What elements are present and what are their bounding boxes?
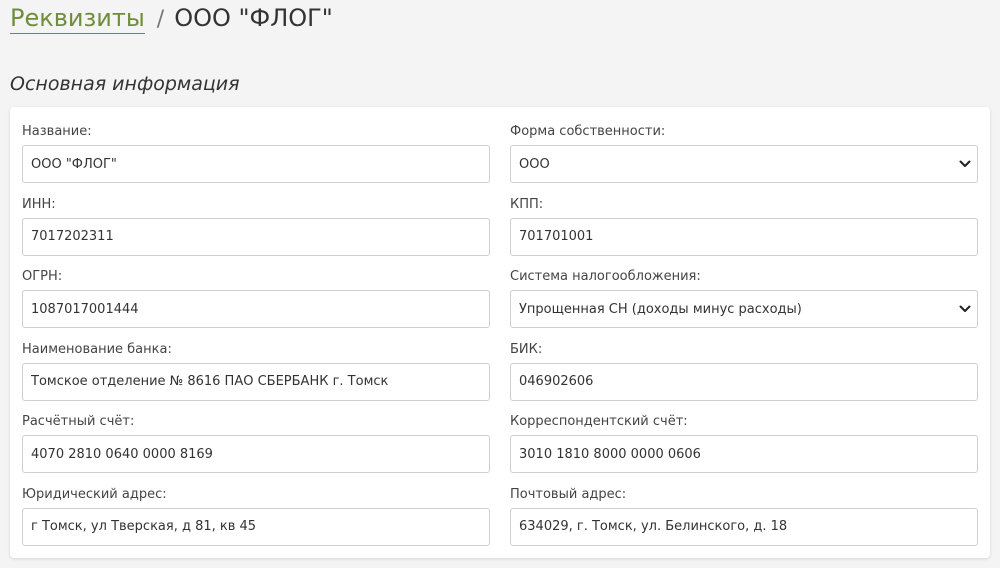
corr-account-input[interactable]	[510, 435, 978, 474]
breadcrumb-link-requisites[interactable]: Реквизиты	[10, 4, 145, 34]
inn-label: ИНН:	[22, 196, 56, 212]
field-legal-address: Юридический адрес:	[22, 487, 490, 560]
name-label: Название:	[22, 124, 92, 139]
ogrn-input[interactable]	[22, 290, 490, 329]
account-input[interactable]	[22, 435, 490, 474]
form-grid: Название: Форма собственности: ООО ИНН: …	[22, 124, 978, 560]
field-bik: БИК:	[510, 342, 978, 415]
field-bank-name: Наименование банка:	[22, 342, 490, 415]
field-ownership: Форма собственности: ООО	[510, 124, 978, 197]
kpp-label: КПП:	[510, 196, 544, 212]
tax-system-label: Система налогообложения:	[510, 269, 701, 285]
field-name: Название:	[22, 124, 490, 197]
breadcrumb: Реквизиты / ООО "ФЛОГ"	[10, 4, 333, 44]
breadcrumb-separator: /	[156, 7, 165, 32]
field-postal-address: Почтовый адрес:	[510, 487, 978, 560]
postal-address-input[interactable]	[510, 507, 978, 546]
field-ogrn: ОГРН:	[22, 269, 490, 342]
legal-address-input[interactable]	[22, 507, 490, 546]
inn-input[interactable]	[22, 217, 490, 256]
bank-name-label: Наименование банка:	[22, 341, 172, 357]
kpp-input[interactable]	[510, 217, 978, 256]
bank-name-input[interactable]	[22, 362, 490, 401]
ownership-select-wrapper: ООО	[510, 145, 978, 183]
field-kpp: КПП:	[510, 197, 978, 270]
ownership-select[interactable]: ООО	[510, 145, 978, 183]
ownership-label: Форма собственности:	[510, 124, 666, 139]
tax-system-select[interactable]: Упрощенная СН (доходы минус расходы)	[510, 290, 978, 329]
main-info-card: Название: Форма собственности: ООО ИНН: …	[10, 107, 990, 558]
legal-address-label: Юридический адрес:	[22, 486, 167, 502]
bik-label: БИК:	[510, 341, 543, 357]
ogrn-label: ОГРН:	[22, 269, 63, 285]
bik-input[interactable]	[510, 362, 978, 401]
field-tax-system: Система налогообложения: Упрощенная СН (…	[510, 269, 978, 342]
postal-address-label: Почтовый адрес:	[510, 486, 627, 502]
section-title: Основная информация	[10, 73, 240, 95]
name-input[interactable]	[22, 145, 490, 183]
field-inn: ИНН:	[22, 197, 490, 270]
field-corr-account: Корреспондентский счёт:	[510, 414, 978, 487]
tax-system-select-wrapper: Упрощенная СН (доходы минус расходы)	[510, 290, 978, 329]
page-title: ООО "ФЛОГ"	[174, 4, 333, 32]
corr-account-label: Корреспондентский счёт:	[510, 414, 688, 430]
account-label: Расчётный счёт:	[22, 414, 135, 430]
field-account: Расчётный счёт:	[22, 414, 490, 487]
